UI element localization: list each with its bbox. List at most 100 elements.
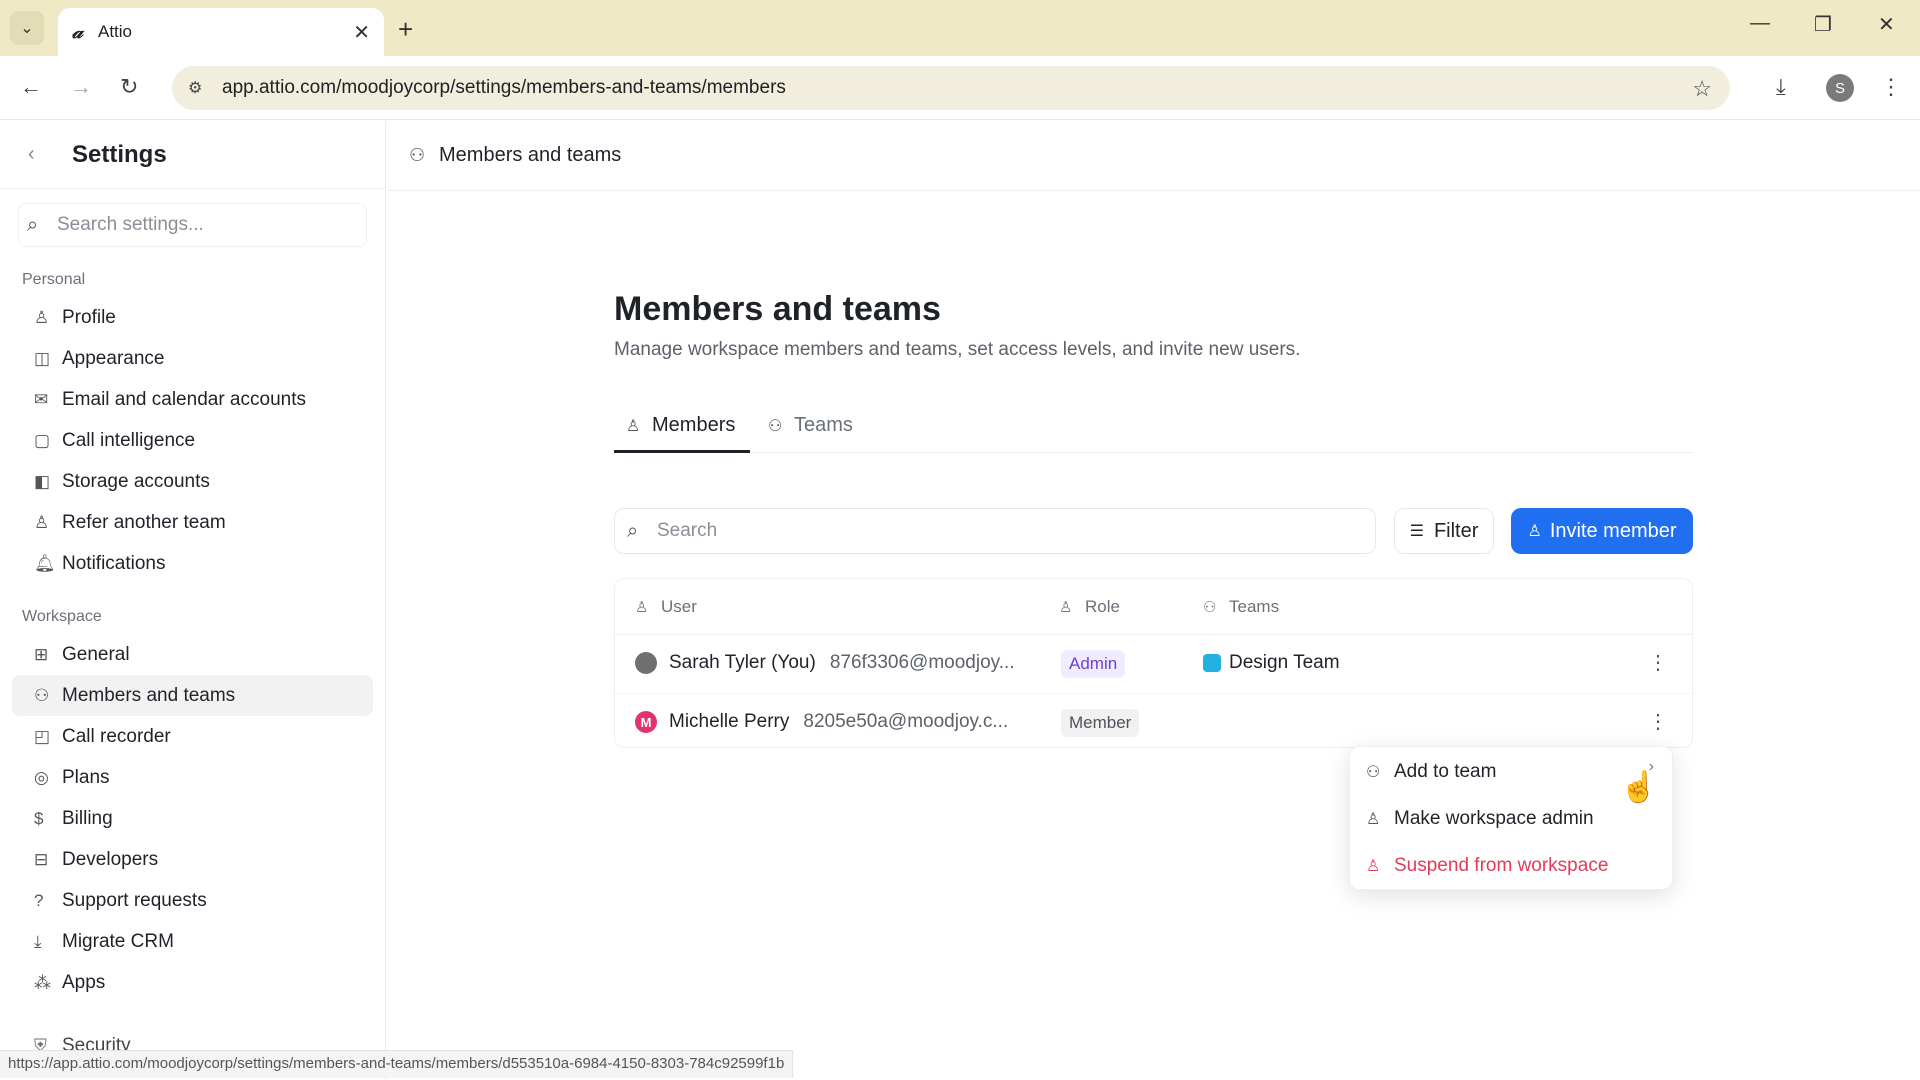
sidebar-item-billing[interactable]: $ Billing [12,798,373,839]
user-icon: ♙ [635,599,649,616]
filter-sliders-icon: ☰ [1409,523,1424,540]
reload-icon[interactable]: ↻ [120,74,138,100]
tab-members[interactable]: ♙ Members [626,398,735,453]
menu-item-label: Make workspace admin [1394,808,1594,829]
dollar-icon: $ [34,808,44,828]
browser-tab[interactable]: 𝒶 Attio ✕ [58,8,384,56]
filter-button[interactable]: ☰ Filter [1394,508,1494,554]
url-field[interactable]: ⚙ app.attio.com/moodjoycorp/settings/mem… [172,66,1730,110]
browser-tab-bar: ⌄ 𝒶 Attio ✕ + — ❐ ✕ [0,0,1920,56]
users-icon: ⚇ [409,145,426,165]
minimize-icon[interactable]: — [1750,12,1770,35]
chevron-left-icon[interactable]: ‹ [28,143,72,166]
sidebar-item-developers[interactable]: ⊟ Developers [12,839,373,880]
tab-label: Teams [794,414,853,436]
site-settings-icon[interactable]: ⚙ [188,78,222,98]
sidebar-item-label: Members and teams [62,684,236,706]
members-teams-tabs: ♙ Members ⚇ Teams [614,398,1692,453]
sidebar-item-label: Support requests [62,889,207,911]
member-search[interactable]: ⌕ [614,508,1376,554]
menu-item-add-to-team[interactable]: ⚇ Add to team [1366,757,1658,787]
sidebar-item-call-intelligence[interactable]: ▢ Call intelligence [12,420,373,461]
sidebar-item-label: Call intelligence [62,429,196,451]
table-row[interactable]: M Michelle Perry 8205e50a@moodjoy.c... M… [615,693,1692,751]
sidebar-item-plans[interactable]: ◎ Plans [12,757,373,798]
user-icon: ♙ [626,417,641,435]
invite-member-button[interactable]: ♙ Invite member [1511,508,1693,554]
tab-title: Attio [98,22,133,41]
back-arrow-icon[interactable]: ← [20,74,42,100]
chevron-down-icon: ⌄ [20,20,34,37]
page-title: Members and teams [614,290,941,328]
menu-item-make-workspace-admin[interactable]: ♙ Make workspace admin [1366,804,1594,834]
window-close-icon[interactable]: ✕ [1878,12,1895,37]
users-icon: ⚇ [1366,764,1381,781]
menu-item-suspend-from-workspace[interactable]: ♙ Suspend from workspace [1366,851,1608,881]
download-icon[interactable]: ⤓ [1776,74,1786,100]
sidebar-item-refer[interactable]: ♙ Refer another team [12,502,373,543]
new-tab-icon[interactable]: + [398,14,413,45]
sidebar-item-migrate-crm[interactable]: ⤓ Migrate CRM [12,921,373,962]
sidebar-item-label: General [62,643,130,665]
workspace-section-label: Workspace [22,608,102,625]
refer-icon: ♙ [34,512,50,532]
sidebar-title: Settings [72,140,167,168]
role-badge-member[interactable]: Member [1061,709,1140,737]
sidebar-item-general[interactable]: ⊞ General [12,634,373,675]
member-name: Michelle Perry [669,711,790,732]
member-email: 8205e50a@moodjoy.c... [803,711,1009,732]
sidebar-item-label: Profile [62,306,116,328]
bookmark-star-icon[interactable]: ☆ [1692,76,1712,102]
hand-cursor-icon: ☝ [1620,771,1658,804]
tab-list-button[interactable]: ⌄ [10,11,44,45]
sidebar-header: ‹ Settings [0,121,385,189]
forward-arrow-icon[interactable]: → [70,74,92,100]
sidebar-item-apps[interactable]: ⁂ Apps [12,962,373,1003]
sidebar-item-label: Developers [62,848,159,870]
avatar [635,652,657,674]
profile-avatar[interactable]: S [1826,74,1854,102]
user-icon: ♙ [34,307,50,327]
search-icon: ⌕ [27,213,39,236]
users-icon: ⚇ [768,417,783,435]
tab-teams[interactable]: ⚇ Teams [768,398,853,453]
column-header-role[interactable]: ♙ Role [1059,597,1120,617]
settings-search[interactable]: ⌕ [18,203,367,247]
sidebar-item-label: Storage accounts [62,470,210,492]
help-icon: ? [34,890,44,910]
sidebar-item-storage[interactable]: ◧ Storage accounts [12,461,373,502]
developers-icon: ⊟ [34,849,49,869]
sidebar-item-support[interactable]: ? Support requests [12,880,373,921]
sidebar-item-profile[interactable]: ♙ Profile [12,297,373,338]
tab-label: Members [652,414,736,436]
sidebar-item-call-recorder[interactable]: ◰ Call recorder [12,716,373,757]
avatar: M [635,711,657,733]
user-key-icon: ♙ [1366,811,1381,828]
download-icon: ⤓ [34,931,42,951]
sidebar-item-label: Notifications [62,552,166,574]
user-key-icon: ♙ [1059,599,1073,616]
sidebar-item-notifications[interactable]: 🔔︎ Notifications [12,543,373,584]
row-more-icon[interactable]: ⋮ [1648,709,1668,734]
table-header-row: ♙ User ♙ Role ⚇ Teams [615,579,1692,635]
sidebar-item-members-and-teams[interactable]: ⚇ Members and teams [12,675,373,716]
sidebar-item-label: Email and calendar accounts [62,388,306,410]
attio-favicon-icon: 𝒶 [72,20,83,43]
settings-search-input[interactable] [57,214,337,236]
sidebar-item-label: Plans [62,766,110,788]
sidebar-item-appearance[interactable]: ◫ Appearance [12,338,373,379]
member-search-input[interactable] [657,520,1357,542]
mail-icon: ✉ [34,389,49,409]
table-row[interactable]: Sarah Tyler (You) 876f3306@moodjoy... Ad… [615,635,1692,693]
sidebar-item-email-calendar[interactable]: ✉ Email and calendar accounts [12,379,373,420]
restore-icon[interactable]: ❐ [1814,12,1832,37]
role-badge-admin[interactable]: Admin [1061,650,1126,678]
row-more-icon[interactable]: ⋮ [1648,650,1668,675]
browser-address-bar: ← → ↻ ⚙ app.attio.com/moodjoycorp/settin… [0,56,1920,120]
sidebar-item-label: Billing [62,807,113,829]
more-vertical-icon[interactable]: ⋮ [1880,74,1902,100]
member-name: Sarah Tyler (You) [669,652,816,673]
close-icon[interactable]: ✕ [353,20,370,45]
column-header-teams[interactable]: ⚇ Teams [1203,597,1279,617]
column-header-user[interactable]: ♙ User [635,597,697,617]
